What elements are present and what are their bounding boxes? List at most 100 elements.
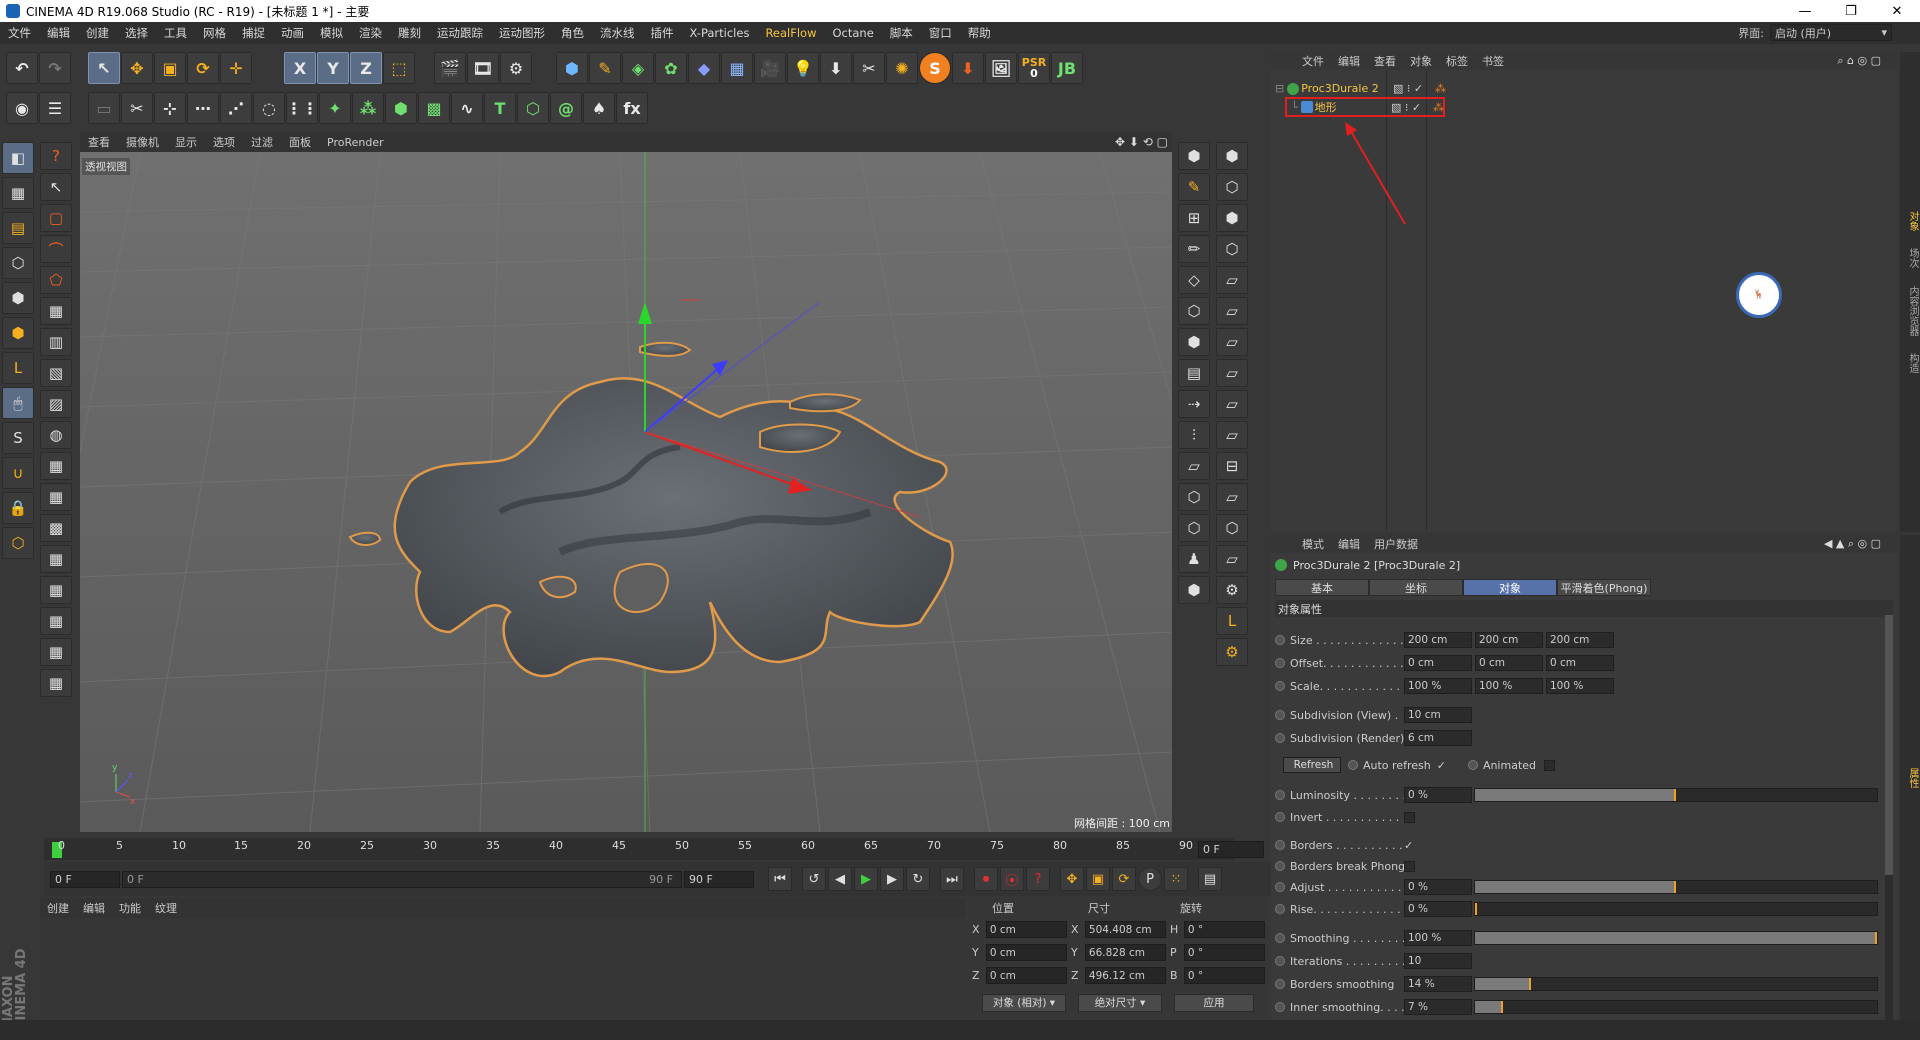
x-axis-button[interactable]: X	[284, 52, 316, 84]
axis-mode-icon[interactable]: L	[2, 352, 34, 384]
anim-dot[interactable]	[1275, 861, 1285, 871]
tool-b5-icon[interactable]: ▱	[1216, 266, 1248, 294]
borders-phong-checkbox[interactable]	[1404, 860, 1415, 872]
menu-help[interactable]: 帮助	[960, 25, 999, 41]
grid-b-icon[interactable]: ▥	[40, 328, 72, 356]
emitter-icon[interactable]: ✦	[319, 92, 351, 124]
anim-dot[interactable]	[1275, 710, 1285, 720]
shape-a-icon[interactable]: ◇	[1178, 266, 1210, 294]
material-area[interactable]	[40, 918, 965, 1016]
shape-f-icon[interactable]: ⫶	[1178, 421, 1210, 449]
grid-e-icon[interactable]: ▦	[40, 452, 72, 480]
menu-character[interactable]: 角色	[553, 25, 592, 41]
paint-lock-icon[interactable]: 🔒	[2, 492, 34, 524]
anim-dot[interactable]	[1348, 760, 1358, 770]
tool-b9-icon[interactable]: ▱	[1216, 390, 1248, 418]
spline-icon[interactable]: ∿	[451, 92, 483, 124]
redo-button[interactable]: ↷	[39, 52, 71, 84]
plugin-jb-icon[interactable]: JB	[1051, 52, 1083, 84]
timeline-window-icon[interactable]: ▤	[1198, 867, 1222, 891]
menu-plugins[interactable]: 插件	[643, 25, 682, 41]
om-menu-view[interactable]: 查看	[1367, 53, 1403, 69]
tab-phong[interactable]: 平滑着色(Phong)	[1557, 579, 1651, 596]
move-tool-icon[interactable]: ✥	[121, 52, 153, 84]
anim-dot[interactable]	[1275, 635, 1285, 645]
render-picture-viewer-icon[interactable]: 🎞	[467, 52, 499, 84]
om-menu-file[interactable]: 文件	[1295, 53, 1331, 69]
tool-b14-icon[interactable]: ▱	[1216, 545, 1248, 573]
shape-d-icon[interactable]: ▤	[1178, 359, 1210, 387]
luminosity-slider[interactable]	[1474, 788, 1878, 802]
polygons-mode-icon[interactable]: ⬢	[2, 317, 34, 349]
visibility-toggles[interactable]: ▧ ⁝ ✓	[1393, 82, 1423, 95]
points-mode-icon[interactable]: ⬡	[2, 247, 34, 279]
download-icon[interactable]: ⬇	[820, 52, 852, 84]
floor-icon[interactable]: ▦	[721, 52, 753, 84]
goto-end-icon[interactable]: ⏭	[940, 867, 964, 891]
anim-dot[interactable]	[1275, 956, 1285, 966]
borders-smoothing-input[interactable]: 14 %	[1404, 976, 1472, 992]
scale-z-input[interactable]: 100 %	[1546, 678, 1614, 694]
cube-icon[interactable]: ⬢	[556, 52, 588, 84]
rotation-h-field[interactable]: 0 °	[1183, 921, 1265, 938]
layout-dropdown[interactable]: 启动 (用户) ▾	[1770, 24, 1892, 41]
menu-octane[interactable]: Octane	[824, 26, 881, 40]
minimize-button[interactable]: —	[1782, 0, 1828, 22]
scale-tool-icon[interactable]: ▣	[154, 52, 186, 84]
rotate-tool-icon[interactable]: ⟳	[187, 52, 219, 84]
prev-frame-icon[interactable]: ◀	[828, 867, 852, 891]
prev-key-icon[interactable]: ↺	[802, 867, 826, 891]
restore-button[interactable]: ❐	[1828, 0, 1874, 22]
cloner-icon[interactable]: ✿	[655, 52, 687, 84]
side-tab-attributes[interactable]: 属性	[1907, 768, 1918, 788]
menu-simulate[interactable]: 模拟	[312, 25, 351, 41]
refresh-button[interactable]: Refresh	[1283, 757, 1341, 773]
side-tab-takes[interactable]: 场次	[1907, 248, 1918, 268]
key-scale-icon[interactable]: ▣	[1086, 867, 1110, 891]
extrude-icon[interactable]: ⬡	[517, 92, 549, 124]
shape-j-icon[interactable]: ♟	[1178, 545, 1210, 573]
live-selection-icon[interactable]: ⊹	[154, 92, 186, 124]
size-x-field[interactable]: 504.408 cm	[1084, 921, 1166, 938]
coord-mode-dropdown[interactable]: 对象 (相对) ▾	[982, 993, 1066, 1012]
menu-realflow[interactable]: RealFlow	[757, 26, 824, 40]
scrollbar-thumb[interactable]	[1885, 615, 1893, 875]
next-key-icon[interactable]: ↻	[906, 867, 930, 891]
lasso-icon[interactable]: ⌒	[40, 235, 72, 263]
position-y-field[interactable]: 0 cm	[985, 944, 1067, 961]
viewport-menu-panel[interactable]: 面板	[281, 134, 319, 150]
range-slider[interactable]: 0 F 90 F	[122, 870, 682, 888]
pen-icon[interactable]: ✎	[589, 52, 621, 84]
model-mode-icon[interactable]: ▭	[88, 92, 120, 124]
size-z-field[interactable]: 496.12 cm	[1084, 967, 1166, 984]
hud-cube-icon[interactable]: ⬢	[1178, 142, 1210, 170]
shape-e-icon[interactable]: ⇢	[1178, 390, 1210, 418]
ruler-icon[interactable]: ⊞	[1178, 204, 1210, 232]
picture-icon[interactable]: 🖼	[985, 52, 1017, 84]
psr-button[interactable]: PSR 0	[1018, 52, 1050, 84]
material-menu-function[interactable]: 功能	[112, 900, 148, 916]
viewport-menu-options[interactable]: 选项	[205, 134, 243, 150]
attr-nav-icons[interactable]: ◀ ▲ ⌕ ◎ ▢	[1824, 537, 1881, 551]
position-z-field[interactable]: 0 cm	[985, 967, 1067, 984]
texture-mode-icon[interactable]: ▦	[2, 177, 34, 209]
viewport-menu-prorender[interactable]: ProRender	[319, 136, 392, 149]
om-menu-objects[interactable]: 对象	[1403, 53, 1439, 69]
rotation-b-field[interactable]: 0 °	[1183, 967, 1265, 984]
object-row-terrain[interactable]: └ 地形 ▧ ⁝ ✓ ⁂	[1285, 97, 1445, 117]
anim-dot[interactable]	[1275, 979, 1285, 989]
end-frame-field[interactable]: 90 F	[684, 870, 754, 888]
record-icon[interactable]: ⏺	[974, 867, 998, 891]
menu-mograph[interactable]: 运动图形	[491, 25, 553, 41]
close-button[interactable]: ✕	[1874, 0, 1920, 22]
bend-icon[interactable]: ♠	[583, 92, 615, 124]
offset-x-input[interactable]: 0 cm	[1404, 655, 1472, 671]
shape-h-icon[interactable]: ⬡	[1178, 483, 1210, 511]
tool-b13-icon[interactable]: ⬡	[1216, 514, 1248, 542]
grid-j-icon[interactable]: ▦	[40, 607, 72, 635]
attr-menu-userdata[interactable]: 用户数据	[1367, 536, 1425, 552]
side-tab-content-browser[interactable]: 内容浏览器	[1907, 286, 1918, 336]
size-mode-dropdown[interactable]: 绝对尺寸 ▾	[1078, 993, 1162, 1012]
model-mode-icon[interactable]: ◧	[2, 142, 34, 174]
om-menu-edit[interactable]: 编辑	[1331, 53, 1367, 69]
